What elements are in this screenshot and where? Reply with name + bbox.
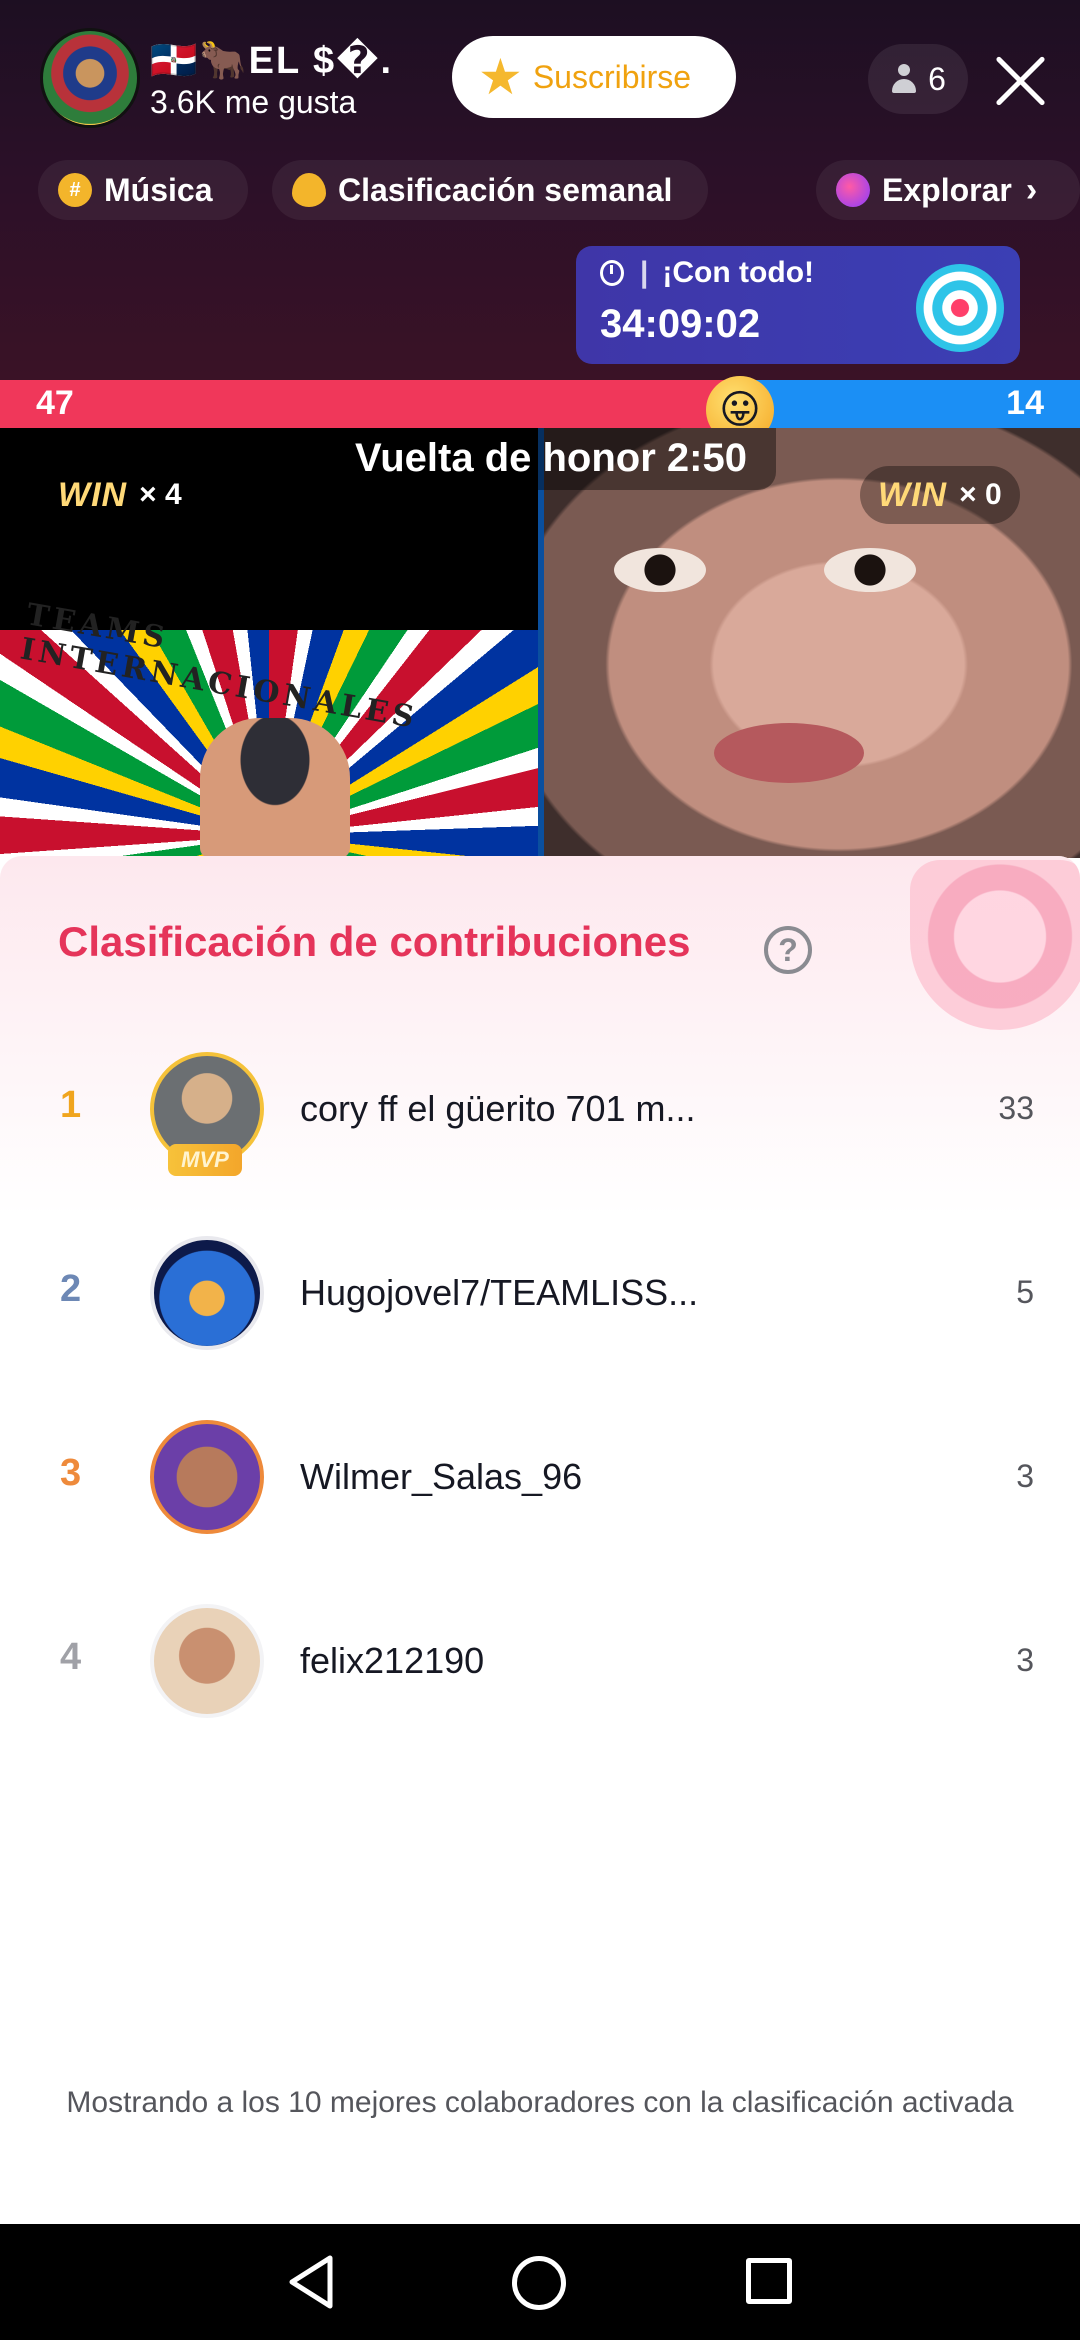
win-count-right: × 0 — [959, 478, 1002, 511]
contributor-rank: 1 — [60, 1084, 82, 1126]
recent-apps-icon[interactable] — [746, 2258, 792, 2304]
mvp-badge: MVP — [168, 1144, 242, 1176]
win-word: WIN — [58, 475, 128, 514]
star-icon: ★ — [478, 49, 523, 105]
system-nav-bar — [0, 2224, 1080, 2340]
avatar[interactable] — [150, 1236, 264, 1350]
chevron-right-icon: › — [1025, 170, 1038, 209]
help-icon[interactable]: ? — [764, 926, 812, 974]
battle-bar-red — [0, 380, 740, 428]
contributor-row[interactable]: 1 MVP cory ff el güerito 701 m... 33 — [0, 1044, 1080, 1176]
back-icon[interactable] — [286, 2254, 336, 2310]
chip-explore[interactable]: Explorar › — [816, 160, 1080, 220]
face-detail — [614, 548, 706, 592]
contributions-sheet: Clasificación de contribuciones ? 1 MVP … — [0, 856, 1080, 2224]
home-icon[interactable] — [512, 2256, 566, 2310]
promo-countdown: 34:09:02 — [600, 302, 761, 346]
separator: | — [640, 256, 649, 289]
timer-icon — [600, 260, 624, 286]
subscribe-button[interactable]: ★ Suscribirse — [452, 36, 736, 118]
chip-weekly-label: Clasificación semanal — [338, 171, 673, 208]
face-detail — [824, 548, 916, 592]
win-badge-left: WIN × 4 — [40, 466, 200, 524]
contributor-name: cory ff el güerito 701 m... — [300, 1088, 696, 1129]
contributor-name: Hugojovel7/TEAMLISS... — [300, 1272, 699, 1313]
contributor-row[interactable]: 2 Hugojovel7/TEAMLISS... 5 — [0, 1228, 1080, 1358]
contributor-rank: 2 — [60, 1268, 82, 1310]
host-face — [200, 718, 350, 858]
win-badge-right: WIN × 0 — [860, 466, 1020, 524]
contributor-row[interactable]: 3 Wilmer_Salas_96 3 — [0, 1412, 1080, 1542]
close-icon[interactable] — [990, 52, 1050, 112]
person-icon — [890, 64, 918, 94]
chip-music-label: Música — [104, 171, 213, 208]
honor-lap-timer: Vuelta de honor 2:50 — [326, 428, 776, 490]
contributor-row[interactable]: 4 felix212190 3 — [0, 1596, 1080, 1726]
viewer-count-button[interactable]: 6 — [868, 44, 968, 114]
avatar[interactable] — [150, 1604, 264, 1718]
contributor-rank: 3 — [60, 1452, 82, 1494]
viewer-count: 6 — [928, 60, 946, 97]
sheet-title: Clasificación de contribuciones — [58, 918, 691, 965]
score-left: 47 — [36, 384, 74, 422]
battle-score-bar — [0, 380, 1080, 428]
flame-icon — [292, 173, 326, 207]
host-likes: 3.6K me gusta — [150, 84, 357, 120]
contributions-footer-note: Mostrando a los 10 mejores colaboradores… — [66, 2086, 1014, 2119]
subscribe-label: Suscribirse — [532, 58, 692, 95]
target-icon — [916, 264, 1004, 352]
avatar[interactable] — [150, 1420, 264, 1534]
hashtag-icon: # — [58, 173, 92, 207]
contributor-name: Wilmer_Salas_96 — [300, 1456, 583, 1497]
contributor-name: felix212190 — [300, 1640, 485, 1681]
contributor-points: 3 — [1016, 1642, 1034, 1678]
contributor-points: 33 — [998, 1090, 1034, 1126]
win-count-left: × 4 — [139, 478, 182, 511]
promo-banner[interactable]: | ¡Con todo! 34:09:02 — [576, 246, 1020, 364]
promo-label: ¡Con todo! — [662, 256, 815, 289]
host-name[interactable]: 🇩🇴🐂EL $�. — [150, 38, 393, 83]
planet-icon — [836, 173, 870, 207]
score-right: 14 — [1006, 384, 1044, 422]
host-avatar[interactable] — [40, 28, 140, 128]
face-detail — [714, 723, 864, 783]
chip-music[interactable]: # Música — [38, 160, 248, 220]
chip-explore-label: Explorar — [882, 171, 1012, 208]
contributor-rank: 4 — [60, 1636, 82, 1678]
contributor-points: 5 — [1016, 1274, 1034, 1310]
chip-weekly-ranking[interactable]: Clasificación semanal — [272, 160, 708, 220]
win-word: WIN — [878, 475, 948, 514]
contributor-points: 3 — [1016, 1458, 1034, 1494]
